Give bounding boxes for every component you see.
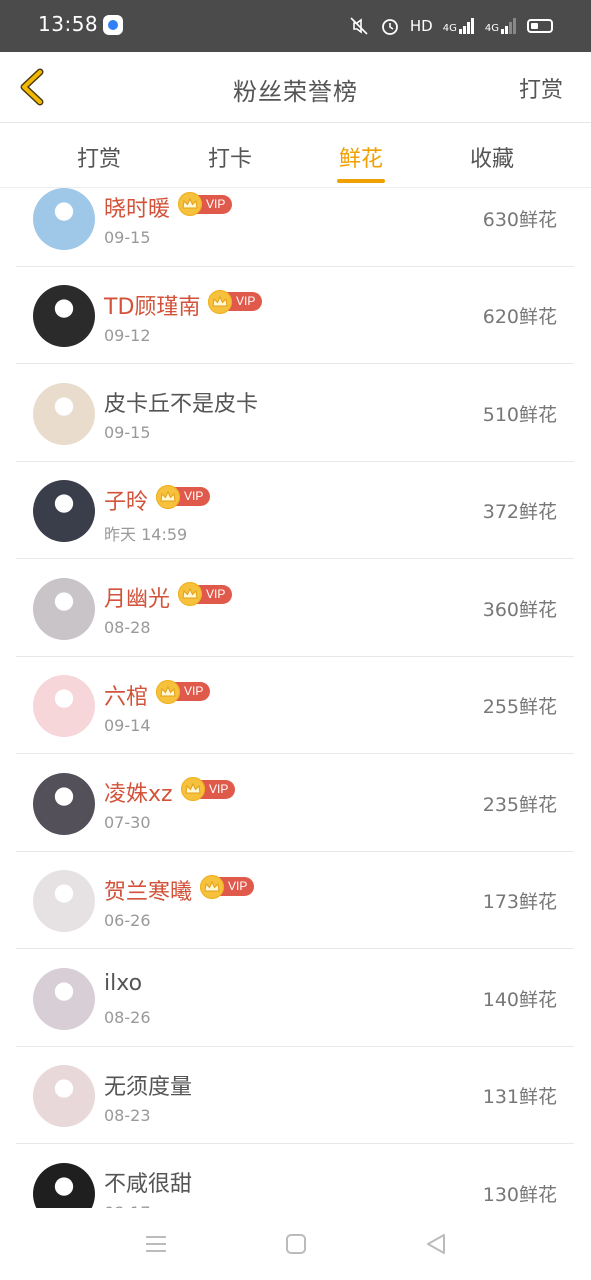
system-icons: HD 4G 4G [348,14,553,38]
fan-name[interactable]: 无须度量 [104,1069,192,1101]
tab-favorites[interactable]: 收藏 [432,141,552,173]
fan-row[interactable]: 凌姝xz 07-30 235鲜花 VIP [16,753,574,852]
avatar[interactable] [33,1162,95,1208]
tab-checkin[interactable]: 打卡 [170,141,290,173]
fan-date: 09-15 [104,423,151,442]
vip-badge: VIP [156,484,211,509]
fan-row[interactable]: 无须度量 08-23 131鲜花 [16,1046,574,1144]
flower-count: 255鲜花 [482,696,557,719]
fan-date: 昨天 14:59 [104,524,188,544]
app-notification-icon [103,15,123,35]
flower-count: 372鲜花 [482,501,557,524]
mute-vibrate-icon [350,17,368,35]
fan-name[interactable]: 子昤 [104,484,148,516]
fan-date: 09-15 [104,228,151,247]
active-tab-indicator [337,179,385,183]
fan-row[interactable]: 晓时暖 09-15 630鲜花 VIP [16,188,574,267]
crown-icon [156,484,180,509]
fan-name[interactable]: 凌姝xz [104,776,173,808]
crown-icon [181,777,205,801]
fan-row[interactable]: TD顾瑾南 09-12 620鲜花 VIP [16,266,574,364]
avatar[interactable] [33,772,95,835]
fan-row[interactable]: 不咸很甜08-17130鲜花 [16,1143,574,1208]
vip-badge: VIP [178,582,233,606]
fan-row[interactable]: 皮卡丘不是皮卡 09-15 510鲜花 [16,363,574,462]
hd-label: HD [409,17,433,35]
fan-name[interactable]: 贺兰寒曦 [104,874,192,906]
vip-badge: VIP [200,874,255,899]
crown-icon [178,582,202,606]
fan-name[interactable]: 皮卡丘不是皮卡 [104,386,258,418]
flower-count: 510鲜花 [482,403,557,426]
fan-date: 07-30 [104,813,151,832]
vip-badge: VIP [156,679,211,704]
avatar[interactable] [33,577,95,640]
signal-icon-1: 4G [443,18,475,34]
flower-count: 620鲜花 [482,306,557,329]
home-icon[interactable] [282,1230,310,1258]
menu-icon[interactable] [142,1230,170,1258]
fan-date: 08-26 [104,1008,151,1027]
avatar[interactable] [33,967,95,1030]
vip-badge: VIP [178,192,233,216]
tip-button[interactable]: 打赏 [519,72,563,104]
signal-icon-2: 4G [485,18,517,34]
page-title: 粉丝荣誉榜 [233,78,358,106]
crown-icon [156,679,180,704]
fan-name[interactable]: TD顾瑾南 [104,289,200,321]
fan-row[interactable]: 月幽光 08-28 360鲜花 VIP [16,558,574,657]
fan-date: 08-28 [104,618,151,637]
fan-date: 09-12 [104,325,151,345]
alarm-icon [382,19,398,35]
crown-icon [208,289,232,314]
fan-row[interactable]: 子昤昨天 14:59 372鲜花 VIP [16,461,574,559]
flower-count: 173鲜花 [482,891,557,914]
fan-date: 09-14 [104,715,151,735]
fan-row[interactable]: 六棺 09-14 255鲜花 VIP [16,656,574,754]
fan-name[interactable]: 六棺 [104,679,148,711]
fan-name[interactable]: 晓时暖 [104,191,170,223]
avatar[interactable] [33,382,95,445]
fan-ranking-list: 晓时暖 09-15 630鲜花 VIP TD顾瑾南 09-12 620鲜花 VIP 皮卡丘不是皮… [0,188,591,1208]
battery-icon [527,19,553,33]
crown-icon [200,874,224,899]
fan-date: 08-23 [104,1105,151,1125]
avatar[interactable] [33,188,95,250]
crown-icon [178,192,202,216]
avatar[interactable] [33,675,95,738]
top-nav-bar: 粉丝荣誉榜 打赏 [0,52,591,123]
fan-name[interactable]: 月幽光 [104,581,170,613]
avatar[interactable] [33,480,95,543]
fan-name[interactable]: 不咸很甜 [104,1166,192,1198]
system-nav-bar [0,1208,591,1280]
status-time: 13:58 [38,12,99,36]
flower-count: 130鲜花 [482,1183,557,1206]
fan-row[interactable]: 贺兰寒曦 06-26 173鲜花 VIP [16,851,574,949]
vip-badge: VIP [181,777,236,801]
vip-badge: VIP [208,289,263,314]
fan-name[interactable]: ilxo [104,971,142,996]
back-triangle-icon[interactable] [422,1230,450,1258]
flower-count: 235鲜花 [482,793,557,816]
tab-tips[interactable]: 打赏 [39,141,159,173]
avatar[interactable] [33,1065,95,1128]
avatar[interactable] [33,870,95,933]
flower-count: 360鲜花 [482,598,557,621]
tab-flowers[interactable]: 鲜花 [301,141,421,173]
fan-row[interactable]: ilxo 08-26 140鲜花 [16,948,574,1047]
flower-count: 140鲜花 [482,988,557,1011]
flower-count: 630鲜花 [482,208,557,231]
fan-date: 06-26 [104,910,151,930]
tab-bar: 打赏 打卡 鲜花 收藏 [0,123,591,188]
avatar[interactable] [33,285,95,348]
flower-count: 131鲜花 [482,1086,557,1109]
status-bar: 13:58 HD 4G 4G [0,0,591,52]
